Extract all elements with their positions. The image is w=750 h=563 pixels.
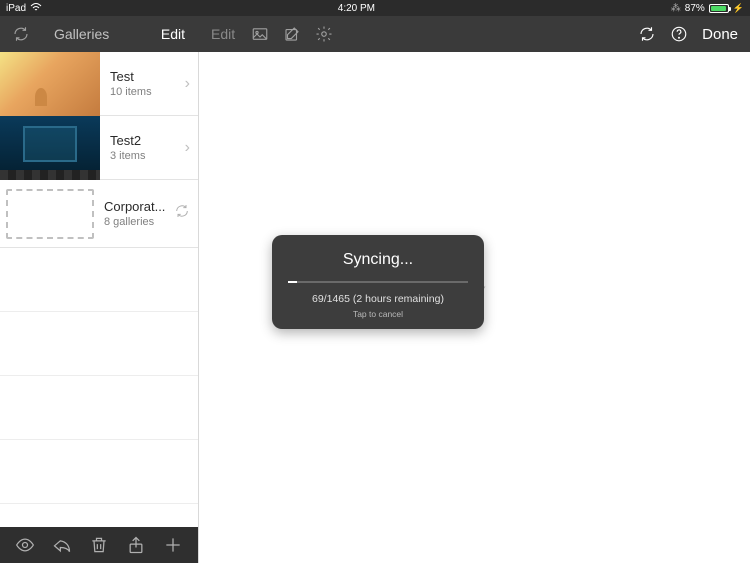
sync-detail: 69/1465 (2 hours remaining) — [286, 293, 470, 305]
battery-icon — [709, 4, 729, 13]
gallery-thumbnail — [0, 52, 100, 116]
gallery-item-test[interactable]: Test 10 items › — [0, 52, 198, 116]
charging-icon: ⚡ — [733, 3, 744, 14]
battery-pct: 87% — [685, 3, 705, 14]
clock: 4:20 PM — [42, 3, 671, 14]
gallery-item-test2[interactable]: Test2 3 items › — [0, 116, 198, 180]
view-button[interactable] — [15, 535, 35, 555]
done-button[interactable]: Done — [702, 26, 738, 43]
gallery-subtitle: 10 items — [110, 86, 177, 98]
sync-cancel-button[interactable]: Tap to cancel — [286, 309, 470, 319]
sync-progress-bar — [288, 281, 468, 283]
bluetooth-icon: ⁂ — [671, 3, 681, 14]
gallery-subtitle: 8 galleries — [104, 216, 174, 228]
sidebar-edit-button[interactable]: Edit — [161, 26, 185, 42]
reply-button[interactable] — [52, 535, 72, 555]
share-button[interactable] — [126, 535, 146, 555]
chevron-right-icon: › — [177, 75, 198, 93]
device-label: iPad — [6, 3, 26, 14]
chevron-right-icon: › — [177, 139, 198, 157]
gallery-item-corporate[interactable]: Corporat... 8 galleries — [0, 180, 198, 248]
settings-icon[interactable] — [315, 25, 333, 43]
empty-list-area — [0, 248, 198, 504]
compose-icon[interactable] — [283, 25, 301, 43]
sidebar: Test 10 items › Test2 3 items › Corporat… — [0, 52, 199, 563]
image-icon[interactable] — [251, 25, 269, 43]
gallery-name: Test — [110, 69, 177, 84]
sidebar-title: Galleries — [54, 26, 109, 42]
sync-dialog[interactable]: Syncing... 69/1465 (2 hours remaining) T… — [272, 235, 484, 329]
gallery-list[interactable]: Test 10 items › Test2 3 items › Corporat… — [0, 52, 198, 527]
gallery-name: Test2 — [110, 133, 177, 148]
sync-button[interactable] — [12, 25, 30, 43]
trash-button[interactable] — [89, 535, 109, 555]
wifi-icon — [30, 2, 42, 15]
sync-status-icon — [174, 203, 198, 224]
add-button[interactable] — [163, 535, 183, 555]
gallery-name: Corporat... — [104, 199, 174, 214]
help-button[interactable] — [670, 25, 688, 43]
top-toolbar: Galleries Edit Edit Done — [0, 16, 750, 52]
gallery-subtitle: 3 items — [110, 150, 177, 162]
gallery-thumbnail — [0, 116, 100, 180]
sidebar-toolbar — [0, 527, 198, 563]
status-bar: iPad 4:20 PM ⁂ 87% ⚡ — [0, 0, 750, 16]
sync-title: Syncing... — [286, 251, 470, 269]
refresh-button[interactable] — [638, 25, 656, 43]
gallery-thumbnail-empty — [6, 189, 94, 239]
content-edit-button[interactable]: Edit — [211, 26, 235, 42]
